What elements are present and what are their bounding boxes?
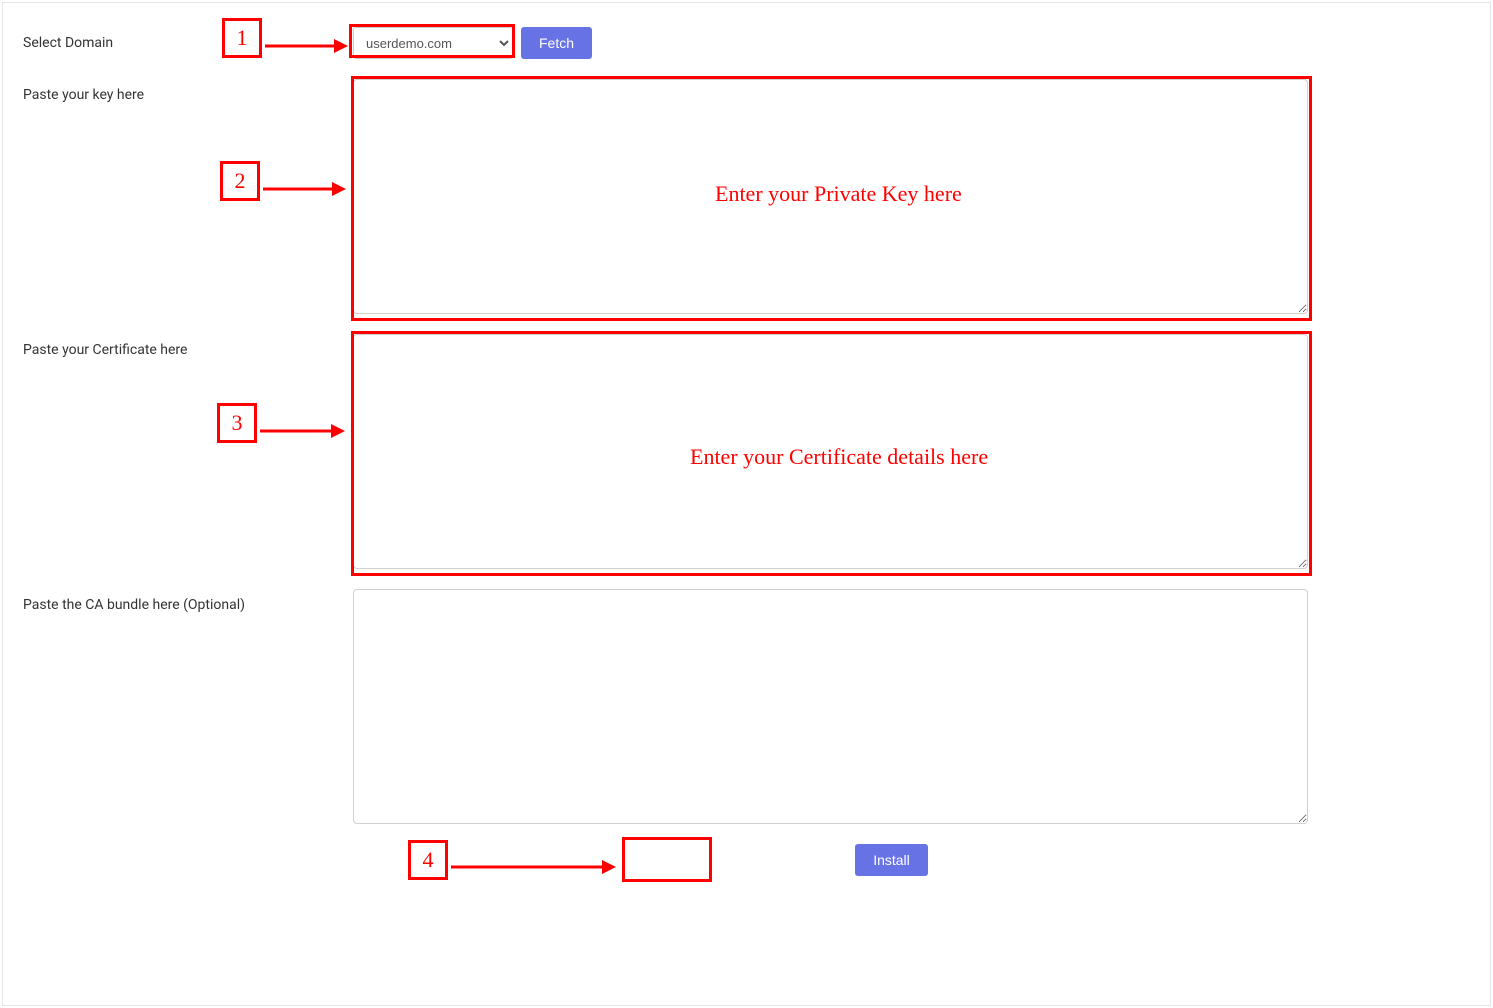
install-row: Install xyxy=(23,844,1470,876)
install-button[interactable]: Install xyxy=(855,844,928,876)
domain-content: userdemo.com Fetch xyxy=(353,27,1470,59)
cert-content xyxy=(353,334,1470,569)
key-label: Paste your key here xyxy=(23,79,353,103)
domain-select[interactable]: userdemo.com xyxy=(353,27,513,59)
cert-textarea[interactable] xyxy=(353,334,1308,569)
ssl-install-form: Select Domain userdemo.com Fetch Paste y… xyxy=(2,2,1491,1006)
key-row: Paste your key here xyxy=(23,79,1470,314)
key-content xyxy=(353,79,1470,314)
cert-row: Paste your Certificate here xyxy=(23,334,1470,569)
ca-bundle-content xyxy=(353,589,1470,824)
fetch-button[interactable]: Fetch xyxy=(521,27,592,59)
key-textarea[interactable] xyxy=(353,79,1308,314)
domain-label: Select Domain xyxy=(23,27,353,51)
domain-row: Select Domain userdemo.com Fetch xyxy=(23,27,1470,59)
ca-bundle-label: Paste the CA bundle here (Optional) xyxy=(23,589,353,613)
cert-label: Paste your Certificate here xyxy=(23,334,353,358)
ca-bundle-row: Paste the CA bundle here (Optional) xyxy=(23,589,1470,824)
ca-bundle-textarea[interactable] xyxy=(353,589,1308,824)
